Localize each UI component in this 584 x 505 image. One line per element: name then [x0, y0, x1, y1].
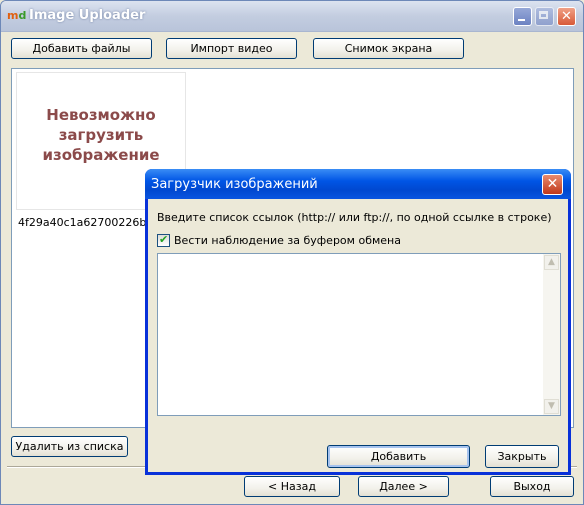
title-bar[interactable]: md Image Uploader ✕ — [1, 1, 583, 32]
app-logo-icon: md — [7, 9, 27, 22]
dialog-close-icon[interactable]: ✕ — [542, 174, 563, 195]
urls-scrollbar[interactable]: ▲ ▼ — [543, 254, 560, 415]
dialog-prompt: Введите список ссылок (http:// или ftp:/… — [157, 211, 552, 224]
dialog-close-button[interactable]: Закрыть — [485, 445, 559, 468]
scroll-down-icon[interactable]: ▼ — [544, 399, 559, 414]
next-button[interactable]: Далее > — [358, 476, 449, 497]
window-title: Image Uploader — [29, 8, 146, 23]
add-files-button[interactable]: Добавить файлы — [11, 38, 152, 59]
back-button[interactable]: < Назад — [244, 476, 340, 497]
dialog-title-bar[interactable]: Загрузчик изображений ✕ — [145, 169, 571, 199]
import-video-button[interactable]: Импорт видео — [166, 38, 297, 59]
minimize-button[interactable] — [513, 7, 532, 26]
close-button[interactable]: ✕ — [557, 7, 576, 26]
thumbnail-error-text: Невозможно загрузить изображение — [42, 106, 160, 164]
close-icon: ✕ — [561, 9, 572, 24]
remove-from-list-button[interactable]: Удалить из списка — [11, 436, 128, 457]
scroll-up-icon[interactable]: ▲ — [544, 255, 559, 270]
watch-clipboard-checkbox[interactable]: ✔ — [157, 233, 170, 247]
file-name: 4f29a40c1a62700226bf45 — [18, 216, 165, 229]
maximize-icon — [539, 11, 548, 19]
maximize-button[interactable] — [535, 7, 554, 26]
exit-button[interactable]: Выход — [490, 476, 574, 497]
minimize-icon — [518, 19, 525, 21]
image-loader-dialog: Загрузчик изображений ✕ Введите список с… — [145, 169, 571, 475]
screenshot-button[interactable]: Снимок экрана — [313, 38, 464, 59]
dialog-title: Загрузчик изображений — [151, 177, 318, 192]
add-urls-button[interactable]: Добавить — [327, 445, 470, 468]
watch-clipboard-label[interactable]: Вести наблюдение за буфером обмена — [174, 234, 401, 247]
checkmark-icon: ✔ — [159, 233, 169, 246]
urls-textarea[interactable]: ▲ ▼ — [157, 253, 561, 416]
